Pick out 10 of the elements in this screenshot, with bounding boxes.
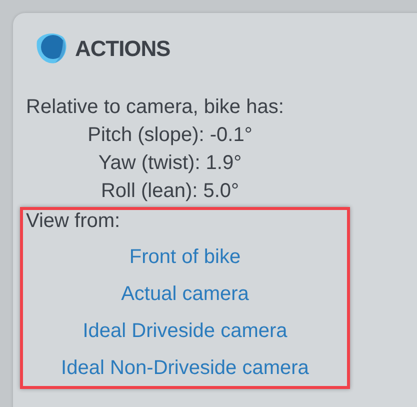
view-link[interactable]: Ideal Non-Driveside camera <box>61 356 309 380</box>
orientation-reading: Pitch (slope): -0.1° <box>86 123 254 148</box>
view-link[interactable]: Ideal Driveside camera <box>82 319 288 343</box>
orientation-reading: Roll (lean): 5.0° <box>100 179 240 204</box>
view-from-label: View from: <box>25 210 120 232</box>
orientation-reading: Yaw (twist): 1.9° <box>97 151 243 176</box>
panel-title: ACTIONS <box>75 34 170 62</box>
orientation-heading: Relative to camera, bike has: <box>25 95 285 120</box>
view-link[interactable]: Front of bike <box>129 245 241 269</box>
view-link[interactable]: Actual camera <box>121 282 249 306</box>
